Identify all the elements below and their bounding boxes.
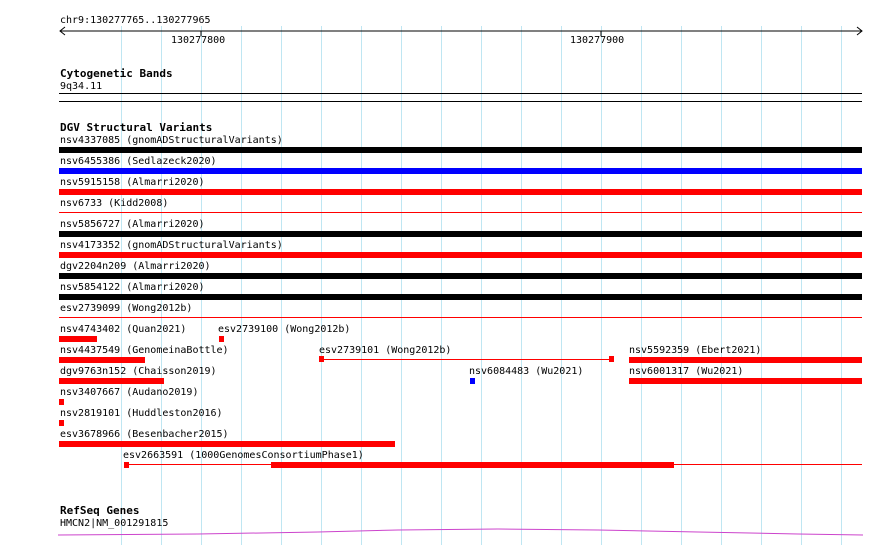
- variant-feature[interactable]: [59, 441, 395, 447]
- grid-line: [761, 26, 762, 545]
- cytoband-bar-bottom: [59, 101, 862, 102]
- variant-feature[interactable]: [629, 378, 862, 384]
- variant-label[interactable]: nsv4437549 (GenomeinaBottle): [60, 345, 229, 356]
- variant-label[interactable]: esv2739101 (Wong2012b): [319, 345, 451, 356]
- variant-feature[interactable]: [59, 168, 862, 174]
- variant-label[interactable]: nsv6001317 (Wu2021): [629, 366, 743, 377]
- variant-label[interactable]: nsv2819101 (Huddleston2016): [60, 408, 223, 419]
- variant-label[interactable]: nsv4173352 (gnomADStructuralVariants): [60, 240, 283, 251]
- variant-feature-start[interactable]: [124, 462, 129, 468]
- variant-feature[interactable]: [59, 231, 862, 237]
- variant-label[interactable]: nsv5915158 (Almarri2020): [60, 177, 205, 188]
- variant-feature[interactable]: [629, 357, 862, 363]
- gene-model[interactable]: [58, 526, 864, 540]
- variant-label[interactable]: dgv2204n209 (Almarri2020): [60, 261, 211, 272]
- variant-label[interactable]: nsv6084483 (Wu2021): [469, 366, 583, 377]
- variant-feature[interactable]: [59, 189, 862, 195]
- ruler-tick-label: 130277800: [171, 35, 226, 46]
- variant-label[interactable]: esv2739100 (Wong2012b): [218, 324, 350, 335]
- variant-feature[interactable]: [219, 336, 224, 342]
- cytoband-bar-top: [59, 93, 862, 94]
- variant-label[interactable]: dgv9763n152 (Chaisson2019): [60, 366, 217, 377]
- variant-label[interactable]: nsv6733 (Kidd2008): [60, 198, 168, 209]
- cytoband-label[interactable]: 9q34.11: [60, 81, 102, 92]
- ruler-tick-label: 130277900: [570, 35, 625, 46]
- variant-feature[interactable]: [59, 294, 862, 300]
- variant-label[interactable]: nsv4337085 (gnomADStructuralVariants): [60, 135, 283, 146]
- variant-feature[interactable]: [470, 378, 475, 384]
- grid-line: [241, 26, 242, 545]
- variant-label[interactable]: nsv6455386 (Sedlazeck2020): [60, 156, 217, 167]
- variant-feature[interactable]: [59, 357, 145, 363]
- variant-label[interactable]: nsv5854122 (Almarri2020): [60, 282, 205, 293]
- variant-feature[interactable]: [59, 147, 862, 153]
- track-title-refseq: RefSeq Genes: [60, 504, 140, 517]
- grid-line: [801, 26, 802, 545]
- variant-feature[interactable]: [59, 212, 862, 213]
- variant-label[interactable]: nsv3407667 (Audano2019): [60, 387, 198, 398]
- variant-feature[interactable]: [59, 378, 164, 384]
- grid-line: [841, 26, 842, 545]
- variant-feature[interactable]: [59, 252, 862, 258]
- track-title-cytobands: Cytogenetic Bands: [60, 67, 173, 80]
- variant-feature-block[interactable]: [271, 462, 674, 468]
- variant-feature-end[interactable]: [609, 356, 614, 362]
- track-title-dgv: DGV Structural Variants: [60, 121, 213, 134]
- variant-label[interactable]: esv3678966 (Besenbacher2015): [60, 429, 229, 440]
- variant-label[interactable]: esv2663591 (1000GenomesConsortiumPhase1): [123, 450, 364, 461]
- variant-feature[interactable]: [59, 420, 64, 426]
- variant-label[interactable]: nsv5856727 (Almarri2020): [60, 219, 205, 230]
- variant-label[interactable]: nsv4743402 (Quan2021): [60, 324, 186, 335]
- variant-feature[interactable]: [59, 336, 97, 342]
- variant-feature[interactable]: [59, 273, 862, 279]
- variant-label[interactable]: nsv5592359 (Ebert2021): [629, 345, 761, 356]
- variant-feature[interactable]: [59, 317, 862, 318]
- variant-label[interactable]: esv2739099 (Wong2012b): [60, 303, 192, 314]
- variant-feature[interactable]: [59, 399, 64, 405]
- grid-line: [681, 26, 682, 545]
- grid-line: [721, 26, 722, 545]
- genome-browser-panel: chr9:130277765..130277965 130277800 1302…: [0, 0, 890, 545]
- variant-feature[interactable]: [319, 359, 614, 360]
- ruler-coordinates: chr9:130277765..130277965: [60, 15, 211, 26]
